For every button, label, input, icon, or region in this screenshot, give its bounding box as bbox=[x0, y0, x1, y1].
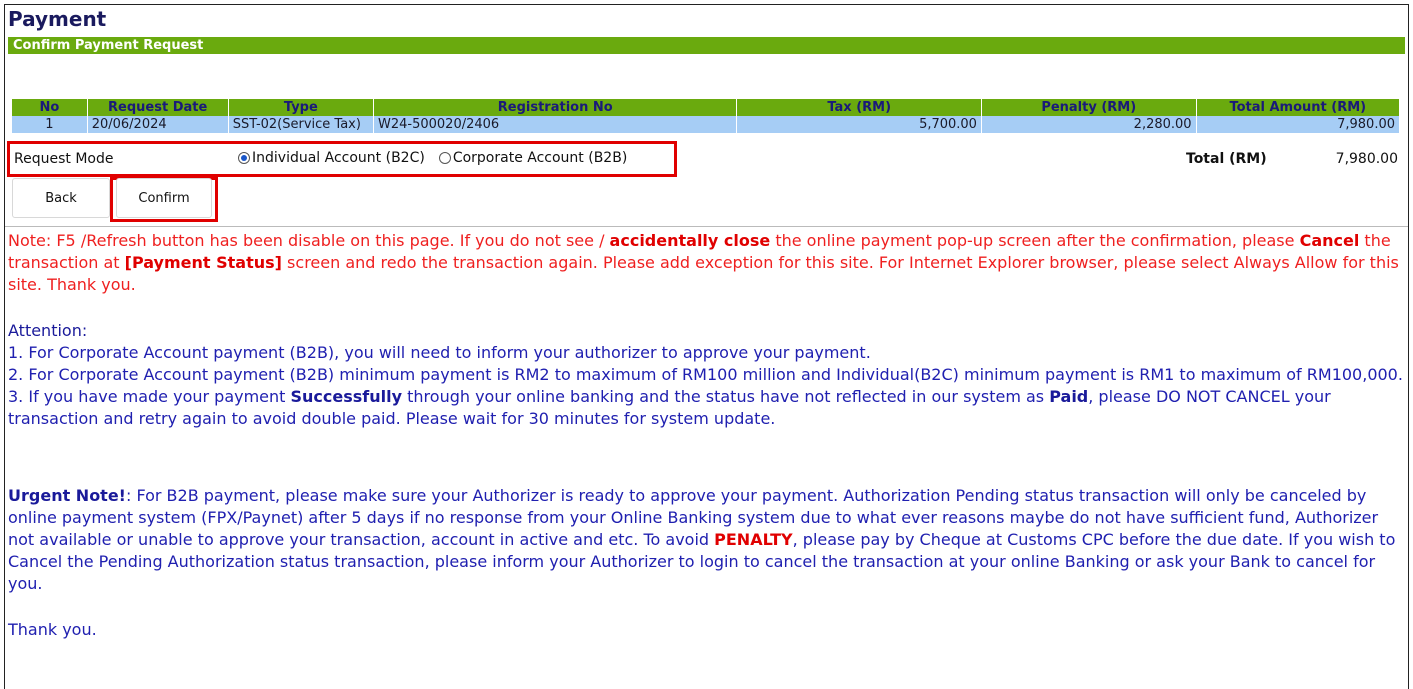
section-header-title: Confirm Payment Request bbox=[13, 38, 204, 53]
total-label: Total (RM) bbox=[1186, 151, 1267, 167]
attention-text: through your online banking and the stat… bbox=[402, 387, 1050, 406]
note-emphasis-accidentally-close: accidentally close bbox=[609, 231, 771, 250]
note-emphasis-payment-status: [Payment Status] bbox=[124, 253, 282, 272]
table-row: 1 20/06/2024 SST-02(Service Tax) W24-500… bbox=[12, 116, 1401, 133]
radio-individual-label[interactable]: Individual Account (B2C) bbox=[252, 150, 425, 166]
cell-request-date: 20/06/2024 bbox=[87, 116, 229, 133]
col-penalty: Penalty (RM) bbox=[981, 99, 1197, 116]
col-type: Type bbox=[228, 99, 375, 116]
cell-no: 1 bbox=[12, 116, 88, 133]
attention-text: 3. If you have made your payment bbox=[8, 387, 291, 406]
total-value: 7,980.00 bbox=[1335, 151, 1398, 167]
cell-penalty: 2,280.00 bbox=[981, 116, 1197, 133]
divider bbox=[5, 226, 1408, 227]
attention-item-3: 3. If you have made your payment Success… bbox=[8, 386, 1408, 430]
payment-request-table: No Request Date Type Registration No Tax… bbox=[12, 99, 1401, 133]
attention-emphasis-successfully: Successfully bbox=[290, 387, 403, 406]
radio-corporate[interactable] bbox=[438, 152, 451, 164]
radio-corporate-label[interactable]: Corporate Account (B2B) bbox=[453, 150, 627, 166]
attention-emphasis-paid: Paid bbox=[1049, 387, 1089, 406]
table-header-row: No Request Date Type Registration No Tax… bbox=[12, 99, 1401, 116]
request-mode-label: Request Mode bbox=[14, 151, 114, 167]
urgent-note-penalty: PENALTY bbox=[714, 530, 793, 549]
col-total-amount: Total Amount (RM) bbox=[1196, 99, 1401, 116]
note-emphasis-cancel: Cancel bbox=[1299, 231, 1360, 250]
col-no: No bbox=[12, 99, 88, 116]
cell-total-amount: 7,980.00 bbox=[1196, 116, 1401, 133]
radio-individual[interactable] bbox=[238, 152, 250, 164]
thank-you-text: Thank you. bbox=[8, 620, 97, 639]
confirm-button[interactable]: Confirm bbox=[116, 178, 212, 218]
note-paragraph: Note: F5 /Refresh button has been disabl… bbox=[8, 230, 1408, 296]
note-text: Note: F5 /Refresh button has been disabl… bbox=[8, 231, 610, 250]
section-header-bar: Confirm Payment Request bbox=[8, 37, 1405, 54]
back-button[interactable]: Back bbox=[12, 178, 110, 218]
request-mode-radio-group: Individual Account (B2C) Corporate Accou… bbox=[238, 150, 641, 166]
attention-section: Attention: 1. For Corporate Account paym… bbox=[8, 320, 1408, 430]
urgent-note-section: Urgent Note!: For B2B payment, please ma… bbox=[8, 485, 1408, 595]
cell-registration-no: W24-500020/2406 bbox=[373, 116, 738, 133]
page-title: Payment bbox=[8, 7, 107, 31]
col-tax: Tax (RM) bbox=[736, 99, 982, 116]
note-text: the online payment pop-up screen after t… bbox=[770, 231, 1300, 250]
attention-item-2: 2. For Corporate Account payment (B2B) m… bbox=[8, 365, 1403, 384]
col-registration-no: Registration No bbox=[373, 99, 738, 116]
attention-item-1: 1. For Corporate Account payment (B2B), … bbox=[8, 343, 871, 362]
attention-heading: Attention: bbox=[8, 321, 88, 340]
cell-type: SST-02(Service Tax) bbox=[228, 116, 375, 133]
urgent-note-heading: Urgent Note! bbox=[8, 486, 126, 505]
col-request-date: Request Date bbox=[87, 99, 229, 116]
cell-tax: 5,700.00 bbox=[736, 116, 982, 133]
